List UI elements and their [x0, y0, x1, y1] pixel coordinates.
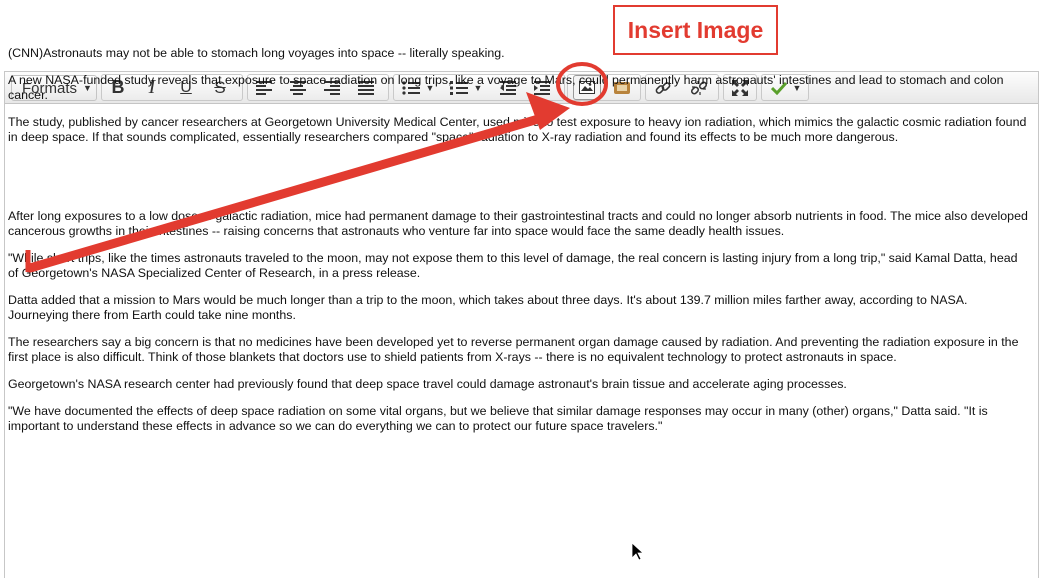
paragraph: "While short trips, like the times astro…	[8, 251, 1018, 280]
editor-content[interactable]: (CNN)Astronauts may not be able to stoma…	[8, 46, 1030, 446]
paragraph: Datta added that a mission to Mars would…	[8, 293, 968, 322]
paragraph: The study, published by cancer researche…	[8, 115, 1027, 144]
callout-label: Insert Image	[627, 16, 764, 43]
empty-line	[8, 157, 1030, 209]
paragraph: (CNN)Astronauts may not be able to stoma…	[8, 46, 505, 60]
paragraph: "We have documented the effects of deep …	[8, 404, 988, 433]
paragraph: The researchers say a big concern is tha…	[8, 335, 1019, 364]
paragraph: After long exposures to a low dose of ga…	[8, 209, 1028, 238]
paragraph: Georgetown's NASA research center had pr…	[8, 377, 847, 391]
paragraph: A new NASA-funded study reveals that exp…	[8, 73, 1004, 102]
